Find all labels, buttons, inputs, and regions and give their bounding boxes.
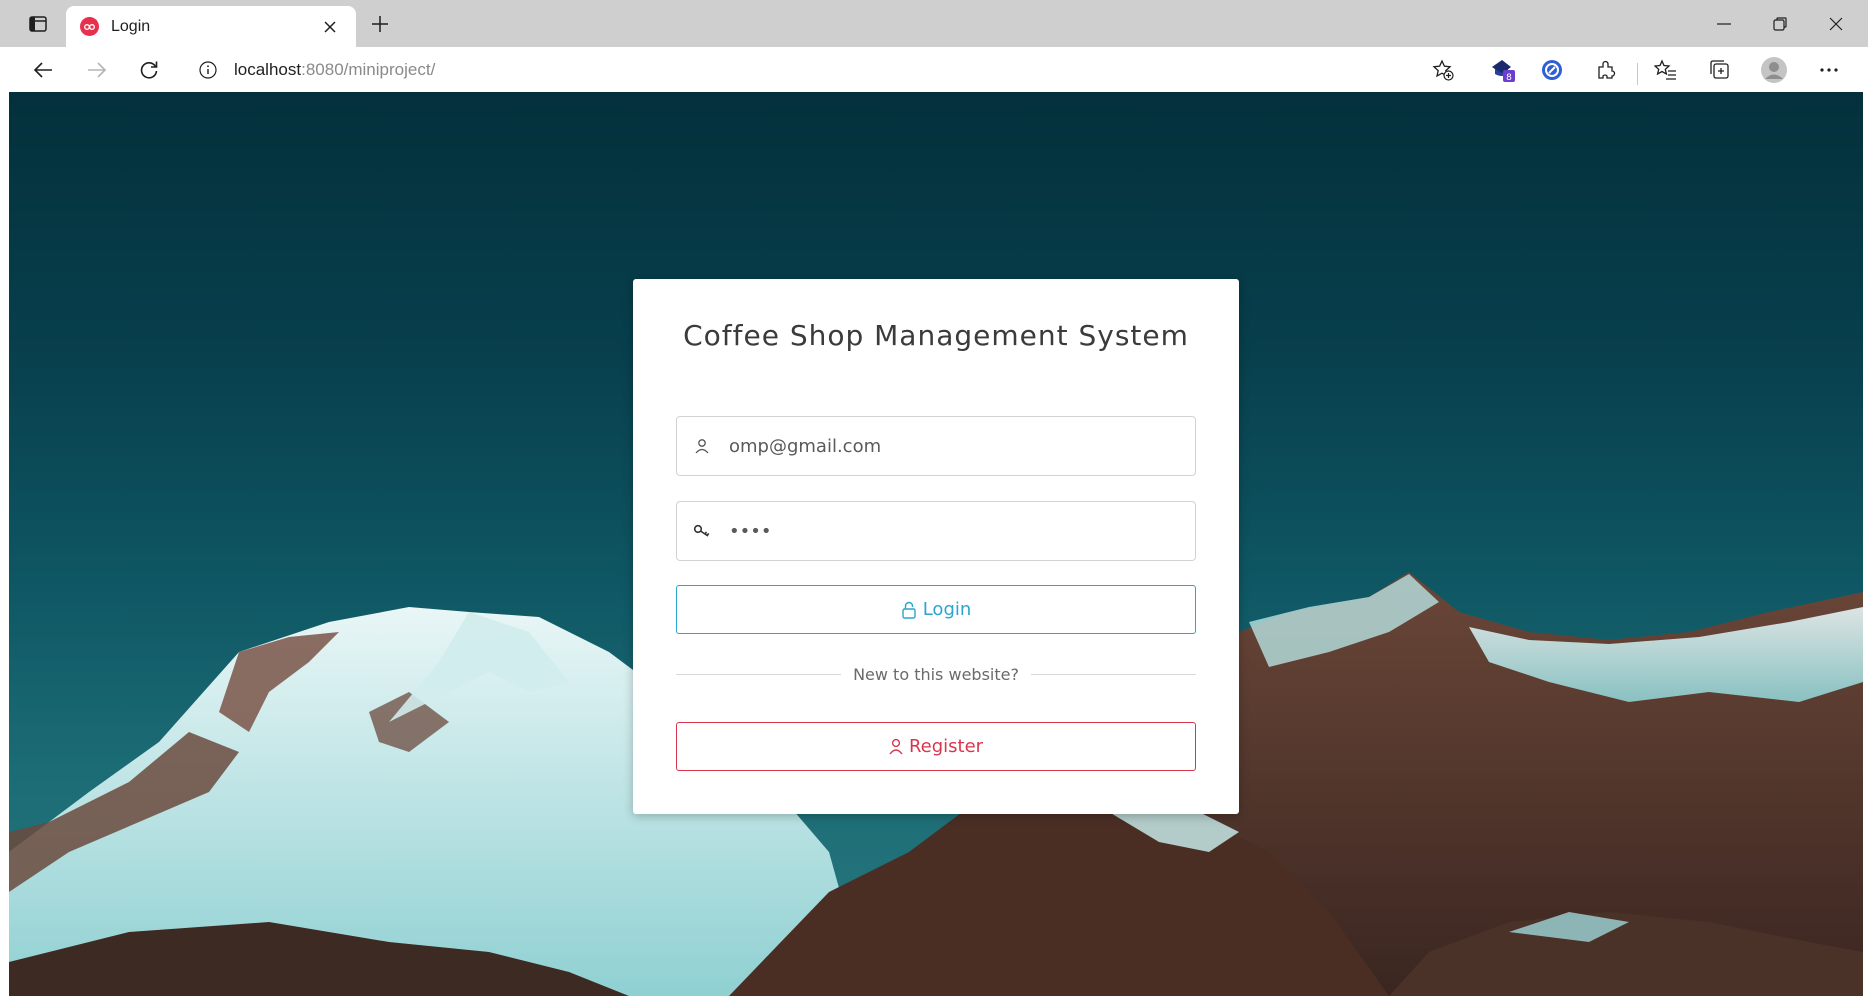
arrow-left-icon[interactable] [26,53,60,87]
divider: New to this website? [676,664,1197,684]
more-icon[interactable] [1812,53,1846,87]
collections-icon[interactable] [1703,53,1737,87]
plus-icon[interactable] [364,8,396,40]
star-plus-icon[interactable] [1426,53,1460,87]
arrow-right-icon [80,53,114,87]
password-field[interactable] [676,501,1196,561]
refresh-icon[interactable] [132,53,166,87]
puzzle-icon[interactable] [1589,53,1623,87]
email-field[interactable] [676,416,1196,476]
close-icon[interactable] [318,15,342,39]
password-input[interactable] [727,503,1195,559]
url-host: localhost [234,60,302,79]
login-card: Coffee Shop Management System Login New … [633,279,1239,814]
user-icon [677,417,727,475]
page-title: Coffee Shop Management System [683,319,1189,352]
login-button[interactable]: Login [676,585,1196,634]
user-icon [889,738,903,755]
url-text[interactable]: localhost:8080/miniproject/ [234,60,435,80]
browser-tab-login[interactable]: Login [66,6,356,47]
lock-icon [901,601,917,619]
browser-toolbar: localhost:8080/miniproject/ 8 [0,47,1868,92]
info-icon[interactable] [198,60,218,80]
tab-title: Login [111,17,151,35]
toolbar-separator [1637,63,1638,85]
login-button-label: Login [922,599,972,620]
minimize-icon[interactable] [1696,0,1752,47]
page-viewport: Coffee Shop Management System Login New … [9,92,1863,996]
key-icon [677,502,727,560]
email-input[interactable] [727,418,1195,474]
extension-badge: 8 [1506,73,1512,83]
close-icon[interactable] [1808,0,1864,47]
tab-actions-icon[interactable] [18,8,58,40]
register-button[interactable]: Register [676,722,1196,771]
favicon-icon [80,17,99,36]
extension-icon[interactable]: 8 [1486,53,1520,87]
address-bar[interactable]: localhost:8080/miniproject/ [184,51,1464,89]
browser-extension-icon[interactable] [1535,53,1569,87]
divider-line-left [676,673,842,675]
restore-icon[interactable] [1752,0,1808,47]
register-button-label: Register [908,736,984,757]
divider-line-right [1030,673,1197,675]
browser-tab-bar: Login [0,0,1868,47]
profile-icon[interactable] [1757,53,1791,87]
divider-text: New to this website? [853,664,1019,684]
favorites-icon[interactable] [1649,53,1683,87]
url-path: :8080/miniproject/ [301,60,436,79]
